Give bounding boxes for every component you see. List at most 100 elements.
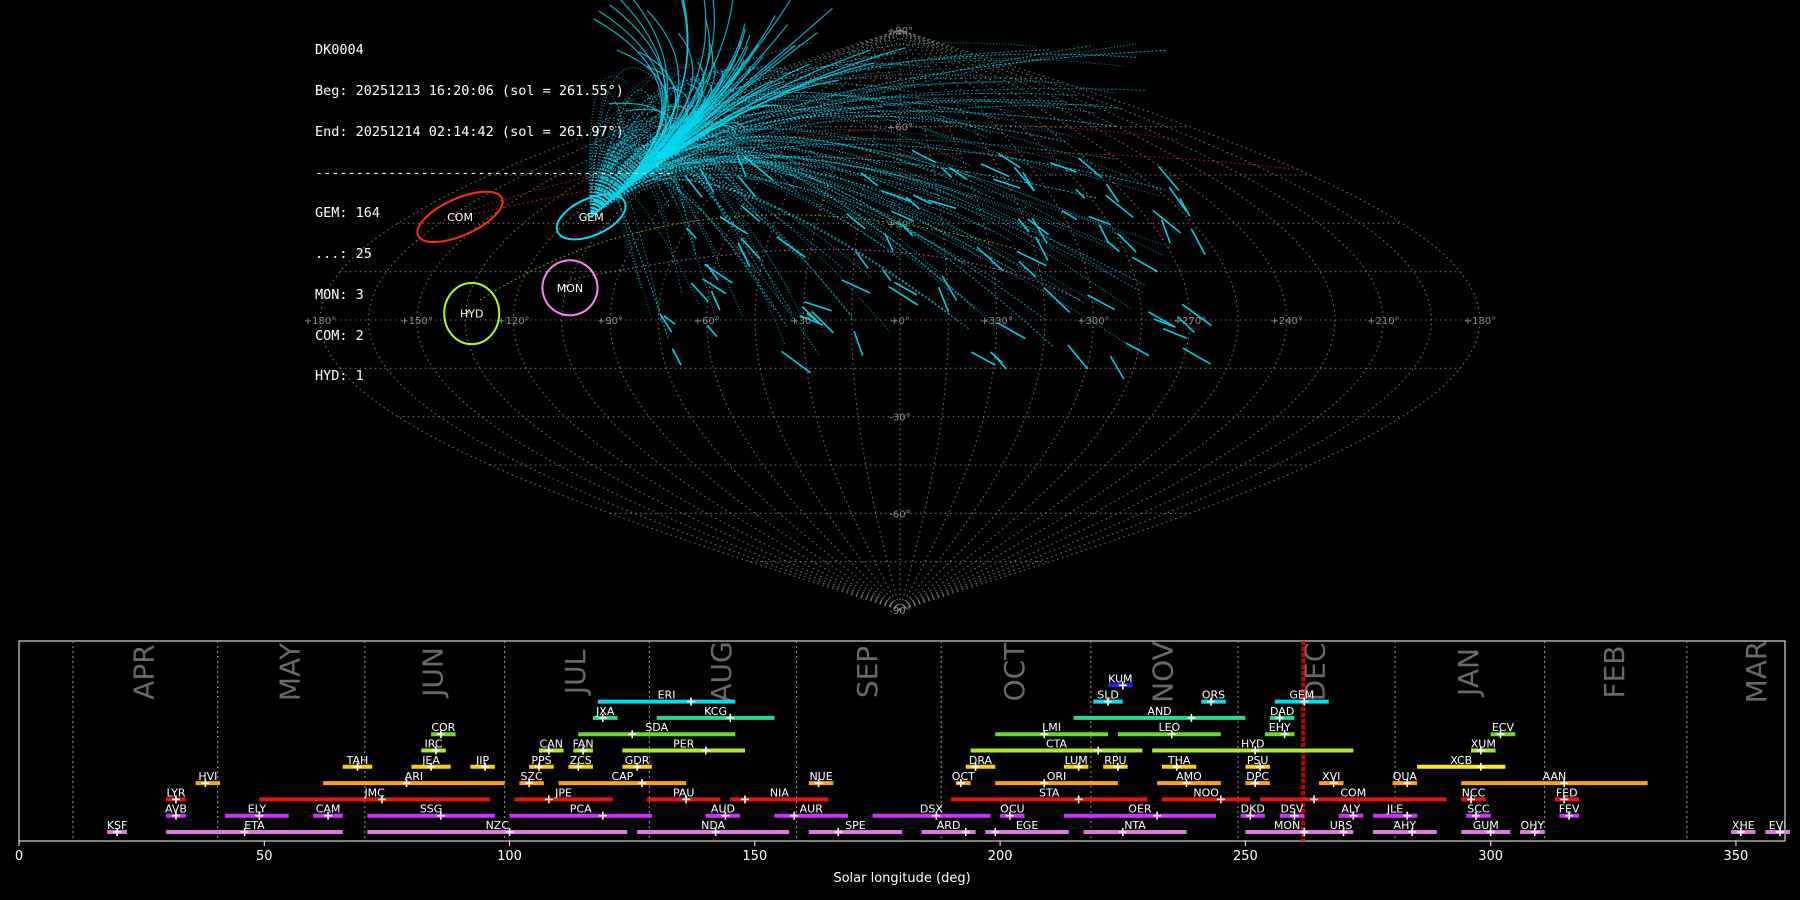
shower-jxa: JXA (592, 705, 618, 722)
shower-label: OCU (1000, 803, 1024, 816)
x-tick-label: 200 (988, 849, 1013, 864)
shower-label: IRC (425, 738, 443, 751)
shower-label: SCC (1467, 803, 1490, 816)
shower-xvi: XVI (1318, 770, 1344, 788)
shower-label: XUM (1471, 738, 1496, 751)
shower-label: ARI (405, 770, 423, 783)
shower-label: NIA (770, 786, 789, 799)
month-label: FEB (1598, 645, 1631, 698)
shower-label: ORS (1202, 689, 1225, 702)
shower-label: NOO (1193, 786, 1219, 799)
lon-tick-label: +60° (694, 316, 720, 327)
shower-label: JIP (475, 754, 489, 767)
shower-qua: QUA (1392, 770, 1417, 788)
shower-hvi: HVI (195, 770, 221, 788)
shower-dad: DAD (1269, 705, 1295, 722)
shower-label: PCA (570, 803, 592, 816)
shower-label: FEV (1559, 803, 1580, 816)
lon-tick-label: +0° (890, 316, 910, 327)
shower-label: AVB (165, 803, 187, 816)
x-tick-label: 0 (15, 849, 23, 864)
shower-label: THA (1167, 754, 1191, 767)
shower-label: HVI (198, 770, 217, 783)
shower-xhe: XHE (1731, 819, 1756, 836)
shower-dpc: DPC (1245, 770, 1270, 788)
shower-scc: SCC (1466, 803, 1491, 820)
shower-label: HYD (1241, 738, 1264, 751)
shower-label: URS (1330, 819, 1353, 832)
shower-label: ORI (1047, 770, 1067, 783)
shower-label: XCB (1450, 754, 1472, 767)
shower-count: MON: 3 (315, 286, 364, 303)
observation-begin: Beg: 20251213 16:20:06 (sol = 261.55°) (315, 82, 624, 99)
shower-count: GEM: 164 (315, 205, 381, 222)
lat-tick-label: -30° (889, 413, 910, 424)
shower-label: SZC (521, 770, 544, 783)
lon-tick-label: +240° (1270, 316, 1302, 327)
shower-psu: PSU (1245, 754, 1270, 771)
shower-ehy: EHY (1265, 721, 1295, 739)
shower-label: JPE (554, 786, 572, 799)
shower-label: AHY (1394, 819, 1417, 832)
shower-ohy: OHY (1520, 819, 1545, 836)
observation-id: DK0004 (315, 42, 364, 59)
shower-label: ZCS (570, 754, 592, 767)
shower-label: SLD (1097, 689, 1119, 702)
shower-label: LMI (1042, 721, 1061, 734)
shower-label: DKD (1241, 803, 1265, 816)
x-tick-label: 350 (1724, 849, 1749, 864)
shower-fan: FAN (573, 738, 594, 755)
shower-avb: AVB (165, 803, 187, 820)
shower-szc: SZC (519, 770, 544, 788)
lat-tick-label: -60° (889, 509, 910, 520)
shower-label: JMC (363, 786, 385, 799)
shower-zcs: ZCS (568, 754, 593, 771)
shower-label: DSX (920, 803, 943, 816)
shower-can: CAN (538, 738, 564, 755)
x-axis-label: Solar longitude (deg) (833, 871, 970, 886)
shower-label: JXA (595, 705, 615, 718)
shower-cor: COR (431, 721, 456, 739)
shower-fev: FEV (1559, 803, 1580, 820)
shower-rpu: RPU (1103, 754, 1128, 771)
shower-label: DPC (1246, 770, 1269, 783)
shower-label: ERI (658, 689, 676, 702)
shower-label: DSV (1280, 803, 1303, 816)
shower-label: STA (1039, 786, 1060, 799)
shower-label: NDA (701, 819, 726, 832)
shower-label: FAN (573, 738, 594, 751)
shower-aud: AUD (705, 803, 741, 820)
x-tick-label: 50 (256, 849, 273, 864)
shower-label: OCT (952, 770, 975, 783)
shower-ecv: ECV (1490, 721, 1516, 739)
shower-label: NCC (1462, 786, 1486, 799)
shower-ncc: NCC (1461, 786, 1486, 804)
shower-label: LEO (1158, 721, 1180, 734)
shower-label: ARD (937, 819, 961, 832)
shower-label: AMO (1176, 770, 1202, 783)
shower-label: OHY (1521, 819, 1545, 832)
shower-count: ...: 25 (315, 246, 372, 263)
shower-label: AAN (1543, 770, 1567, 783)
shower-label: SDA (645, 721, 668, 734)
info-separator: ----------------------------------------… (315, 164, 673, 181)
shower-label: GEM (1289, 689, 1314, 702)
lon-tick-label: +300° (1077, 316, 1109, 327)
shower-nue: NUE (808, 770, 834, 788)
shower-tah: TAH (342, 754, 373, 771)
x-tick-label: 100 (497, 849, 522, 864)
lon-tick-label: +180° (1464, 316, 1496, 327)
shower-label: PAU (673, 786, 695, 799)
shower-label: COR (431, 721, 455, 734)
shower-label: CAM (316, 803, 341, 816)
shower-label: MON (1274, 819, 1300, 832)
observation-info-panel: DK0004 Beg: 20251213 16:20:06 (sol = 261… (315, 17, 673, 398)
shower-label: ETA (244, 819, 265, 832)
shower-pps: PPS (529, 754, 554, 771)
shower-label: TAH (346, 754, 369, 767)
shower-label: AUR (800, 803, 824, 816)
lat-tick-label: +90° (887, 26, 913, 37)
month-label: AUG (705, 641, 738, 702)
x-tick-label: 300 (1478, 849, 1503, 864)
shower-label: XVI (1322, 770, 1340, 783)
